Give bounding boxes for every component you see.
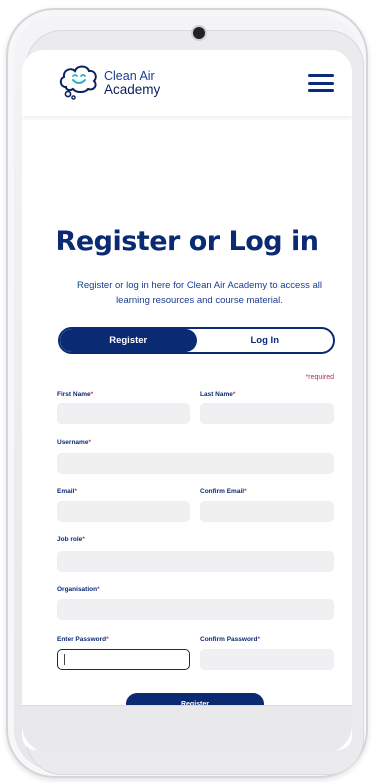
email-field[interactable] bbox=[57, 501, 190, 522]
confirm-password-label: Confirm Password* bbox=[200, 636, 260, 643]
confirm-email-field[interactable] bbox=[200, 501, 334, 522]
enter-password-field[interactable] bbox=[57, 649, 190, 670]
job-role-field[interactable] bbox=[57, 551, 334, 572]
text-caret bbox=[64, 654, 65, 665]
app-screen: Clean Air Academy Register or Log in Reg… bbox=[22, 50, 352, 750]
hamburger-menu-icon[interactable] bbox=[308, 74, 334, 92]
page-content: Register or Log in Register or log in he… bbox=[22, 116, 352, 750]
confirm-password-field[interactable] bbox=[200, 649, 334, 670]
tab-log-in[interactable]: Log In bbox=[197, 329, 334, 352]
confirm-email-label: Confirm Email* bbox=[200, 488, 247, 495]
front-camera bbox=[193, 27, 205, 39]
page-subtitle: Register or log in here for Clean Air Ac… bbox=[76, 280, 322, 306]
last-name-label: Last Name* bbox=[200, 391, 236, 398]
username-field[interactable] bbox=[57, 453, 334, 474]
app-header: Clean Air Academy bbox=[22, 50, 352, 116]
organisation-field[interactable] bbox=[57, 599, 334, 620]
username-label: Username* bbox=[57, 439, 91, 446]
page-title: Register or Log in bbox=[55, 226, 319, 257]
logo-line-2: Academy bbox=[104, 82, 161, 97]
email-label: Email* bbox=[57, 488, 77, 495]
phone-chin bbox=[22, 705, 352, 753]
logo-line-1: Clean Air bbox=[104, 69, 155, 83]
tab-register[interactable]: Register bbox=[60, 329, 197, 352]
job-role-label: Job role* bbox=[57, 536, 85, 543]
auth-tab-switch: Register Log In bbox=[58, 327, 335, 354]
cloud-face-icon bbox=[54, 57, 102, 110]
organisation-label: Organisation* bbox=[57, 586, 100, 593]
first-name-label: First Name* bbox=[57, 391, 94, 398]
logo[interactable]: Clean Air Academy bbox=[54, 57, 160, 110]
required-note: *required bbox=[305, 374, 334, 381]
enter-password-label: Enter Password* bbox=[57, 636, 109, 643]
last-name-field[interactable] bbox=[200, 403, 334, 424]
first-name-field[interactable] bbox=[57, 403, 190, 424]
